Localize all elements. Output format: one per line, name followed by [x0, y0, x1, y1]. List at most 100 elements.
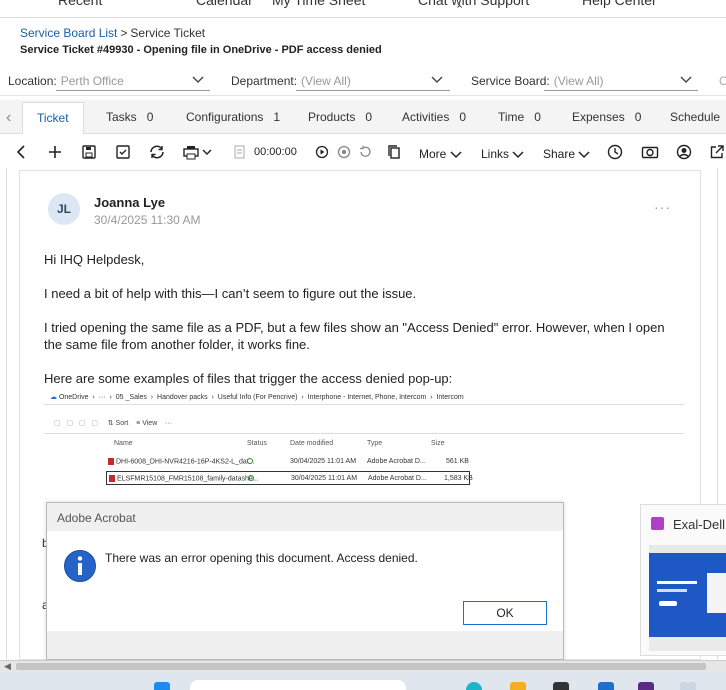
- tab-products-label: Products: [308, 110, 356, 124]
- tab-time-label: Time: [498, 110, 525, 124]
- scroll-left-icon[interactable]: ◀: [4, 661, 11, 672]
- path-segment: Intercom: [436, 394, 464, 401]
- note-menu-icon[interactable]: ···: [654, 199, 671, 215]
- top-nav-help[interactable]: Help Center: [582, 0, 657, 8]
- ticket-tabs: ‹ Ticket Tasks 0 Configurations 1 Produc…: [0, 100, 726, 134]
- app-icon[interactable]: [553, 682, 569, 690]
- breadcrumb-parent[interactable]: Service Board List: [20, 26, 117, 40]
- share-menu-button[interactable]: Share: [543, 147, 590, 161]
- location-chevron-down-icon[interactable]: [192, 74, 204, 86]
- path-segment: 05 _Sales: [115, 394, 147, 401]
- tab-time[interactable]: Time 0: [498, 110, 541, 124]
- file-name: ELSFMR15108_FMR15108_family-datashe...: [117, 475, 259, 483]
- tab-products[interactable]: Products 0: [308, 110, 372, 124]
- department-underline: [296, 90, 450, 91]
- note-author: Joanna Lye: [94, 195, 166, 210]
- top-nav-time-sheet[interactable]: My Time Sheet: [272, 0, 365, 8]
- breadcrumb-current: Service Ticket: [130, 26, 206, 40]
- scrollbar-thumb[interactable]: [16, 663, 706, 670]
- timer-display: 00:00:00: [254, 146, 297, 158]
- share-chevron-down-icon: [578, 151, 590, 158]
- department-chevron-down-icon[interactable]: [431, 74, 443, 86]
- ok-button[interactable]: OK: [463, 601, 547, 625]
- file-type: Adobe Acrobat D...: [367, 458, 426, 465]
- department-filter[interactable]: Department: (View All): [231, 74, 351, 88]
- col-name: Name: [114, 440, 133, 447]
- tab-expenses-label: Expenses: [572, 110, 625, 124]
- thumbnail-title: Exal-Dell: [673, 517, 726, 532]
- synced-status-icon: [248, 475, 254, 481]
- folder-icon[interactable]: [510, 682, 526, 690]
- service-board-value: (View All): [553, 74, 604, 88]
- department-value: (View All): [301, 74, 351, 88]
- tab-tasks[interactable]: Tasks 0: [106, 110, 153, 124]
- col-status: Status: [247, 440, 267, 447]
- refresh-icon[interactable]: [148, 144, 166, 160]
- location-underline: [56, 90, 210, 91]
- service-board-filter[interactable]: Service Board: (View All): [471, 74, 604, 88]
- file-type: Adobe Acrobat D...: [368, 475, 427, 482]
- start-icon[interactable]: [154, 682, 170, 690]
- more-label: More: [419, 147, 447, 161]
- explorer-divider: [44, 433, 684, 434]
- top-nav-calendar[interactable]: Calendar: [196, 0, 253, 8]
- open-external-icon[interactable]: [709, 144, 725, 160]
- tab-expenses[interactable]: Expenses 0: [572, 110, 641, 124]
- path-segment: ···: [98, 394, 106, 401]
- cloud-icon: ☁: [50, 394, 57, 401]
- clock-icon[interactable]: [607, 144, 623, 160]
- stop-icon[interactable]: [337, 144, 351, 160]
- links-label: Links: [481, 147, 510, 161]
- app-icon: [651, 517, 664, 530]
- horizontal-scrollbar[interactable]: ◀: [0, 660, 726, 672]
- add-icon[interactable]: [47, 144, 63, 160]
- collapse-chevron-icon[interactable]: ⌃: [455, 3, 464, 16]
- print-icon[interactable]: [182, 144, 212, 160]
- file-size: 561 KB: [446, 458, 469, 465]
- file-date: 30/04/2025 11:01 AM: [290, 458, 357, 465]
- reset-timer-icon[interactable]: [358, 144, 372, 160]
- page-header: Service Board List > Service Ticket Servic…: [0, 18, 726, 66]
- location-value: Perth Office: [60, 74, 124, 88]
- save-icon[interactable]: [81, 144, 97, 160]
- tab-activities-count: 0: [459, 110, 467, 124]
- top-nav-chat[interactable]: Chat with Support: [418, 0, 529, 8]
- taskbar-search-icon[interactable]: [190, 680, 406, 690]
- app-icon[interactable]: [466, 682, 482, 690]
- tab-activities-label: Activities: [402, 110, 450, 124]
- note-paragraph-3: Here are some examples of files that tri…: [44, 371, 453, 386]
- col-type: Type: [367, 440, 383, 447]
- tab-time-count: 0: [534, 110, 541, 124]
- tab-schedule[interactable]: Schedule 1: [670, 110, 726, 124]
- play-icon[interactable]: [315, 144, 329, 160]
- app-icon[interactable]: [680, 682, 696, 690]
- cutoff-filter-label: O: [719, 74, 726, 88]
- app-icon[interactable]: [638, 682, 654, 690]
- camera-icon[interactable]: [641, 144, 659, 160]
- app-icon[interactable]: [598, 682, 614, 690]
- embedded-explorer-screenshot: ☁ OneDrive › ··· › 05 _Sales › Handover …: [44, 389, 684, 487]
- user-icon[interactable]: [676, 144, 692, 160]
- top-nav-recent[interactable]: Recent: [58, 0, 102, 8]
- tab-configurations[interactable]: Configurations 1: [186, 110, 280, 124]
- service-board-chevron-down-icon[interactable]: [680, 74, 692, 86]
- save-and-close-icon[interactable]: [115, 144, 131, 160]
- back-arrow-icon[interactable]: [14, 144, 28, 160]
- tab-activities[interactable]: Activities 0: [402, 110, 466, 124]
- taskbar-thumbnail-preview[interactable]: Exal-Dell: [640, 504, 726, 656]
- path-segment: Useful Info (For Pencrive): [217, 394, 298, 401]
- service-board-label: Service Board:: [471, 74, 550, 88]
- tab-ticket[interactable]: Ticket: [22, 102, 84, 134]
- tabs-scroll-left-icon[interactable]: ‹: [6, 109, 11, 127]
- col-size: Size: [431, 440, 445, 447]
- file-date: 30/04/2025 11:01 AM: [291, 475, 358, 482]
- tab-configurations-count: 1: [273, 110, 281, 124]
- location-filter[interactable]: Location: Perth Office: [8, 74, 124, 88]
- links-menu-button[interactable]: Links: [481, 147, 524, 161]
- more-menu-button[interactable]: More: [419, 147, 462, 161]
- timer-doc-icon: [234, 144, 246, 160]
- path-segment: OneDrive: [58, 394, 89, 401]
- note-paragraph-2: I tried opening the same file as a PDF, …: [44, 320, 665, 352]
- top-nav-strip: Recent Calendar My Time Sheet Chat with …: [0, 0, 726, 18]
- copy-icon[interactable]: [386, 144, 402, 160]
